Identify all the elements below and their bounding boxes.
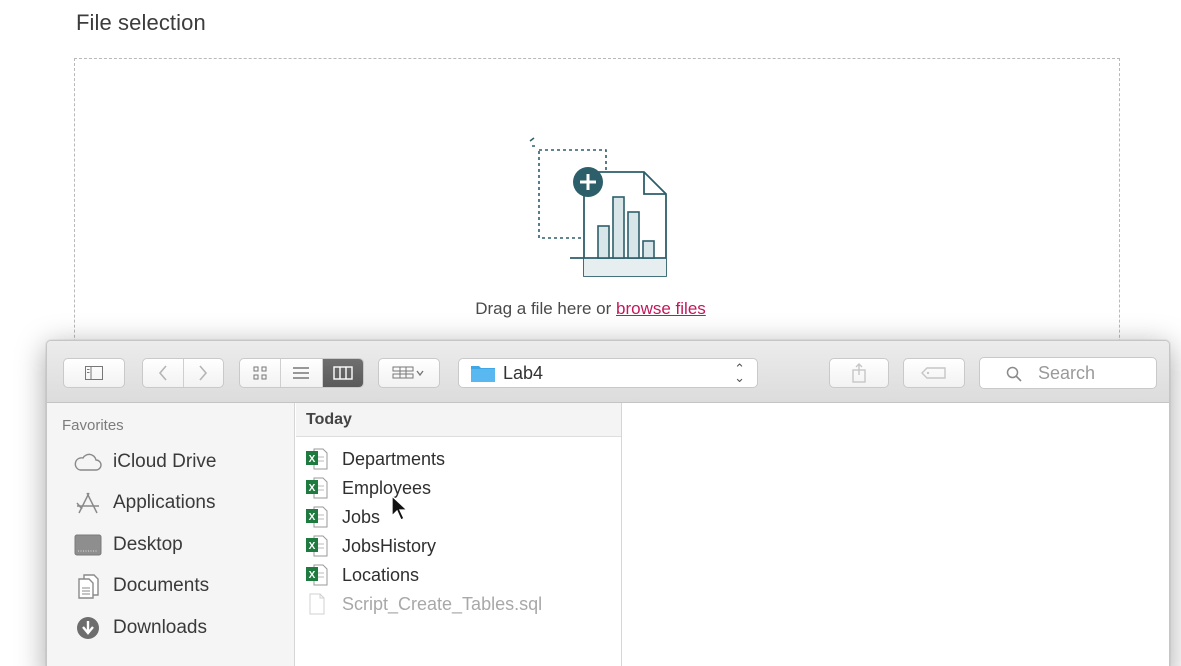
dropzone-prompt: Drag a file here or browse files bbox=[0, 299, 1181, 319]
forward-icon bbox=[199, 365, 208, 381]
search-icon bbox=[1006, 366, 1022, 382]
sidebar-item-label: iCloud Drive bbox=[113, 451, 217, 472]
sidebar-item-desktop[interactable]: Desktop bbox=[73, 530, 183, 560]
sidebar-item-downloads[interactable]: Downloads bbox=[73, 613, 207, 643]
file-row-departments[interactable]: X Departments bbox=[306, 445, 445, 473]
location-label: Lab4 bbox=[503, 362, 544, 383]
sidebar-item-icloud-drive[interactable]: iCloud Drive bbox=[73, 447, 216, 477]
excel-file-icon: X bbox=[306, 477, 328, 499]
sidebar-heading: Favorites bbox=[62, 417, 124, 434]
back-forward-buttons bbox=[142, 358, 224, 388]
downloads-icon bbox=[73, 614, 103, 642]
page: File selection Drag a file here or brows… bbox=[0, 0, 1181, 666]
file-row-jobshistory[interactable]: X JobsHistory bbox=[306, 532, 436, 560]
back-icon bbox=[158, 365, 167, 381]
file-row-employees[interactable]: X Employees bbox=[306, 474, 431, 502]
view-mode-buttons bbox=[239, 358, 364, 388]
file-row-locations[interactable]: X Locations bbox=[306, 561, 419, 589]
updown-chevron-icon: ⌃ ⌄ bbox=[734, 361, 745, 385]
arrange-icon bbox=[392, 366, 424, 379]
svg-text:X: X bbox=[309, 570, 316, 581]
folder-icon bbox=[471, 366, 495, 382]
dialog-toolbar: Lab4 ⌃ ⌄ Search bbox=[47, 341, 1169, 403]
list-view-icon bbox=[293, 367, 310, 379]
document-file-icon bbox=[309, 593, 325, 615]
file-row-script-create-tables: Script_Create_Tables.sql bbox=[306, 590, 542, 618]
icon-view-button[interactable] bbox=[240, 359, 282, 387]
excel-file-icon: X bbox=[306, 448, 328, 470]
favorites-sidebar: Favorites iCloud Drive Applications Desk… bbox=[47, 403, 295, 666]
svg-text:X: X bbox=[309, 541, 316, 552]
file-name: Jobs bbox=[342, 506, 381, 527]
file-row-jobs[interactable]: X Jobs bbox=[306, 503, 380, 531]
file-name: Departments bbox=[342, 448, 446, 469]
svg-text:X: X bbox=[309, 512, 316, 523]
cloud-icon bbox=[73, 448, 103, 476]
sidebar-item-label: Downloads bbox=[113, 617, 207, 638]
share-button[interactable] bbox=[829, 358, 889, 388]
excel-file-icon: X bbox=[306, 506, 328, 528]
desktop-icon bbox=[73, 531, 103, 559]
share-icon bbox=[852, 363, 866, 383]
forward-button[interactable] bbox=[184, 359, 224, 387]
list-view-button[interactable] bbox=[281, 359, 323, 387]
upload-chart-illustration-icon bbox=[529, 137, 667, 277]
search-placeholder: Search bbox=[1038, 362, 1096, 383]
section-title: File selection bbox=[76, 10, 206, 35]
file-open-dialog: Lab4 ⌃ ⌄ Search Favorites iCloud Drive A… bbox=[46, 340, 1170, 666]
file-name: Script_Create_Tables.sql bbox=[342, 593, 543, 614]
search-input[interactable]: Search bbox=[979, 357, 1157, 389]
sidebar-toggle-button[interactable] bbox=[63, 358, 125, 388]
back-button[interactable] bbox=[143, 359, 184, 387]
documents-icon bbox=[73, 572, 103, 600]
file-column: Today X Departments X Employees X Jobs X… bbox=[296, 403, 622, 666]
column-header: Today bbox=[296, 403, 621, 437]
mouse-pointer-icon bbox=[391, 494, 409, 521]
excel-file-icon: X bbox=[306, 564, 328, 586]
file-name: Locations bbox=[342, 564, 420, 585]
sidebar-item-applications[interactable]: Applications bbox=[73, 488, 215, 518]
location-popup[interactable]: Lab4 ⌃ ⌄ bbox=[458, 358, 758, 388]
sidebar-toggle-icon bbox=[85, 366, 103, 380]
sidebar-item-label: Desktop bbox=[113, 534, 183, 555]
svg-text:X: X bbox=[309, 483, 316, 494]
tag-icon bbox=[921, 367, 946, 379]
column-view-icon bbox=[333, 366, 353, 380]
column-view-button[interactable] bbox=[322, 359, 363, 387]
excel-file-icon: X bbox=[306, 535, 328, 557]
applications-icon bbox=[73, 489, 103, 517]
arrange-button[interactable] bbox=[378, 358, 440, 388]
preview-column bbox=[623, 403, 1169, 666]
icon-view-icon bbox=[253, 366, 267, 380]
sidebar-item-label: Documents bbox=[113, 575, 210, 596]
svg-text:X: X bbox=[309, 454, 316, 465]
browse-files-link[interactable]: browse files bbox=[616, 299, 706, 318]
file-name: Employees bbox=[342, 477, 432, 498]
sidebar-item-documents[interactable]: Documents bbox=[73, 571, 209, 601]
file-name: JobsHistory bbox=[342, 535, 437, 556]
tag-button[interactable] bbox=[903, 358, 965, 388]
dropzone-prompt-text: Drag a file here or bbox=[475, 299, 612, 318]
sidebar-item-label: Applications bbox=[113, 492, 216, 513]
